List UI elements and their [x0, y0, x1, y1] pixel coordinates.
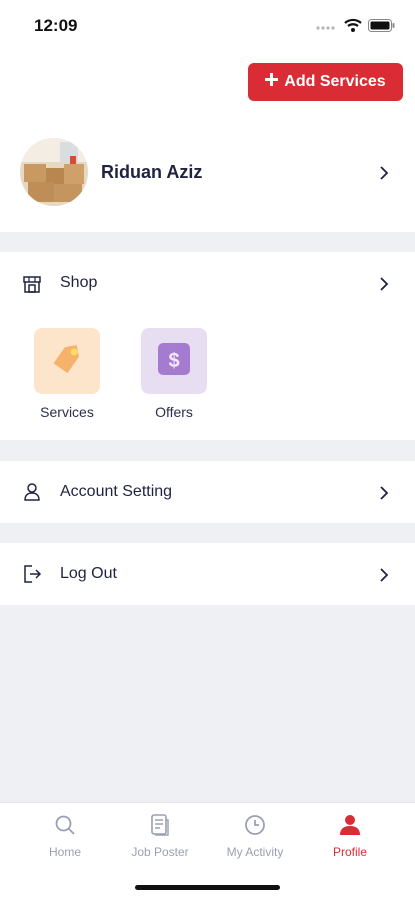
nav-job-poster[interactable]: Job Poster [110, 813, 210, 869]
shop-section: Shop Services $ Offers [0, 252, 415, 440]
logout-icon [22, 564, 42, 584]
signal-icon [316, 19, 338, 37]
status-icons [316, 18, 395, 37]
store-icon [22, 274, 42, 294]
offers-tile[interactable]: $ [141, 328, 207, 394]
nav-profile-label: Profile [332, 845, 367, 859]
home-indicator [135, 885, 280, 890]
wifi-icon [344, 18, 362, 37]
dollar-icon: $ [157, 342, 191, 381]
services-tile[interactable] [34, 328, 100, 394]
services-label: Services [40, 404, 94, 420]
tag-icon [49, 341, 85, 382]
nav-job-poster-label: Job Poster [131, 845, 189, 859]
profile-row[interactable]: Riduan Aziz [0, 138, 415, 208]
nav-my-activity[interactable]: My Activity [205, 813, 305, 869]
user-icon [22, 482, 42, 502]
chevron-right-icon [377, 568, 391, 582]
account-setting-row[interactable]: Account Setting [0, 461, 415, 523]
status-time: 12:09 [34, 16, 78, 35]
log-out-label: Log Out [60, 565, 117, 582]
battery-icon [368, 18, 395, 37]
search-icon [53, 813, 77, 837]
avatar [20, 138, 88, 206]
clock-icon [243, 813, 267, 837]
add-services-label: Add Services [284, 73, 386, 90]
log-out-row[interactable]: Log Out [0, 543, 415, 605]
nav-home[interactable]: Home [15, 813, 115, 869]
profile-header: Add Services Riduan Aziz [0, 52, 415, 232]
profile-name: Riduan Aziz [101, 162, 203, 182]
shop-title[interactable]: Shop [60, 274, 97, 292]
plus-icon [265, 73, 279, 91]
nav-home-label: Home [48, 845, 81, 859]
person-icon [338, 813, 362, 837]
document-icon [148, 813, 172, 837]
svg-text:$: $ [168, 350, 179, 372]
chevron-right-icon [377, 486, 391, 500]
add-services-button[interactable]: Add Services [248, 63, 403, 101]
nav-my-activity-label: My Activity [226, 845, 284, 859]
status-bar: 12:09 [0, 0, 415, 52]
chevron-right-icon[interactable] [377, 277, 391, 291]
chevron-right-icon [377, 166, 391, 180]
account-setting-label: Account Setting [60, 483, 173, 500]
nav-profile[interactable]: Profile [300, 813, 400, 869]
offers-label: Offers [155, 404, 193, 420]
